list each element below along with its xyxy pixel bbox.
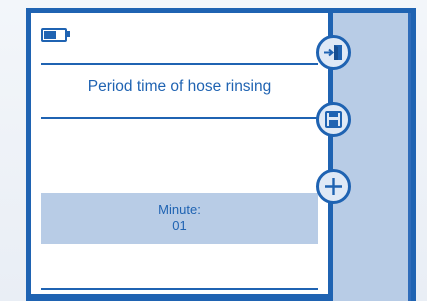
save-button[interactable] bbox=[316, 102, 351, 137]
display-screen: Period time of hose rinsing Minute: 01 bbox=[31, 13, 328, 294]
screen-title: Period time of hose rinsing bbox=[87, 78, 272, 95]
save-icon bbox=[325, 111, 342, 128]
divider-bottom bbox=[41, 288, 318, 290]
divider-middle bbox=[41, 117, 318, 119]
device-frame: Period time of hose rinsing Minute: 01 bbox=[26, 8, 416, 301]
add-button[interactable] bbox=[316, 169, 351, 204]
value-field[interactable]: Minute: 01 bbox=[41, 193, 318, 244]
divider-top bbox=[41, 63, 318, 65]
battery-tip bbox=[67, 31, 70, 37]
exit-icon bbox=[324, 45, 342, 60]
sidebar-edge bbox=[408, 13, 411, 301]
exit-button[interactable] bbox=[316, 35, 351, 70]
value-number: 01 bbox=[172, 218, 187, 233]
battery-icon bbox=[41, 28, 67, 42]
value-label: Minute: bbox=[158, 202, 201, 217]
battery-level-fill bbox=[44, 31, 56, 39]
plus-icon bbox=[325, 178, 342, 195]
